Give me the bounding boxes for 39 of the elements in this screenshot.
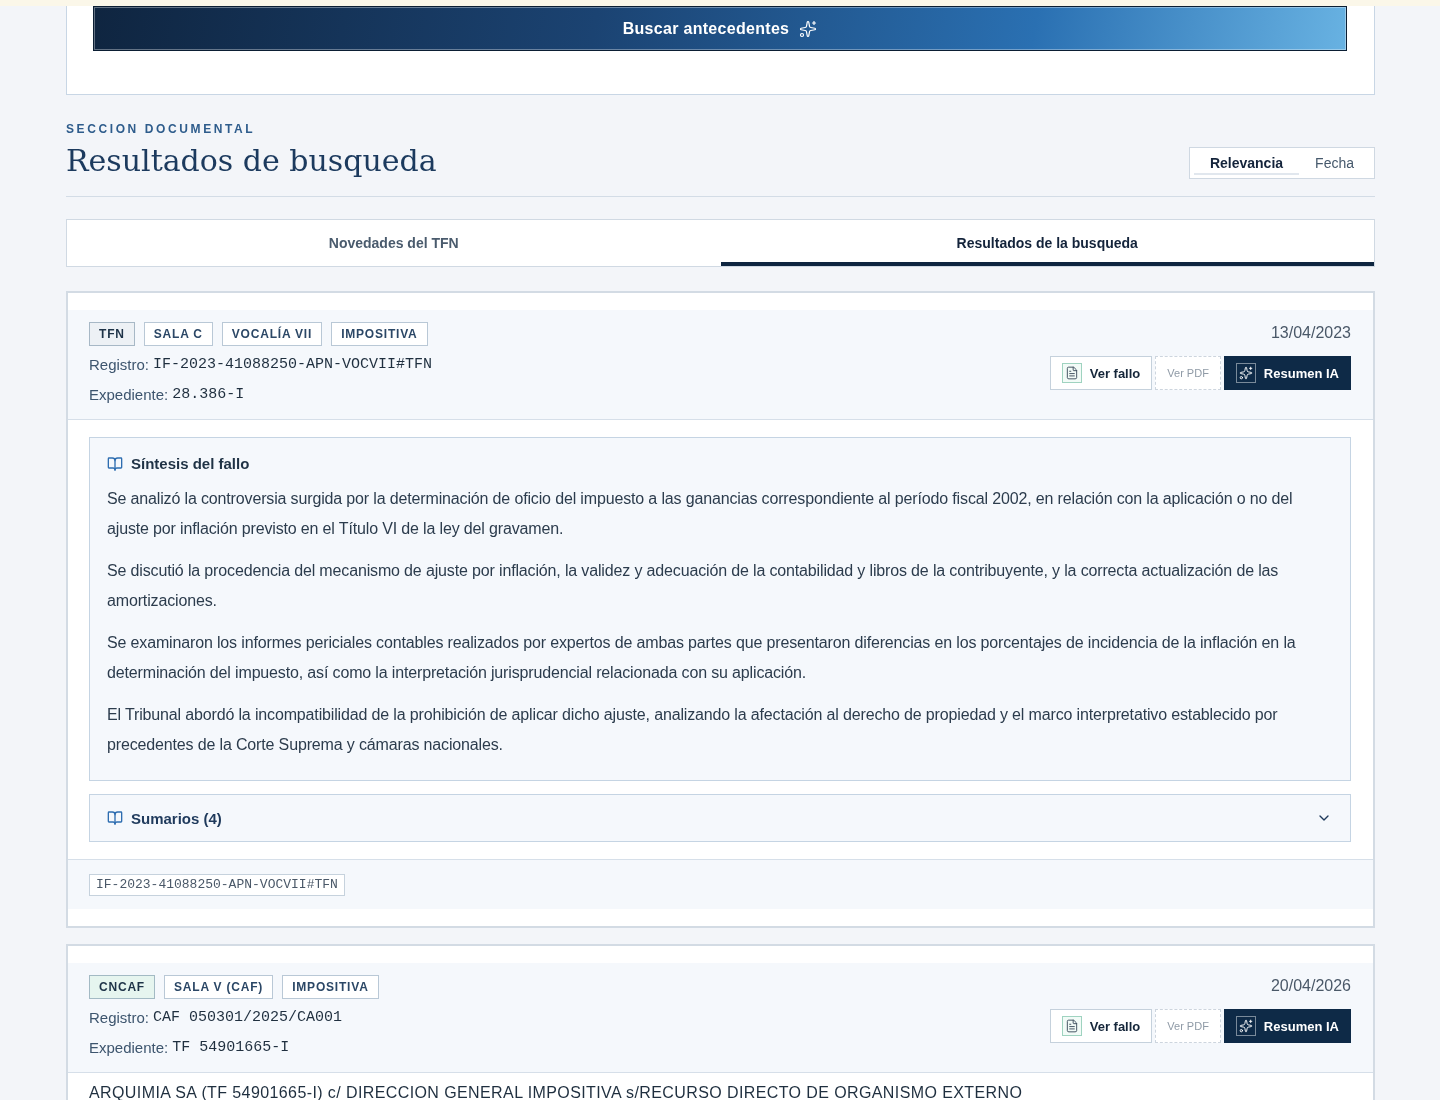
section-title: Resultados de busqueda <box>66 142 437 180</box>
synthesis-paragraph: Se examinaron los informes periciales contables realizados por expertos de ambas partes que presentaron diferencias en los porcentajes de incidencia de la inflación en la determinación del impuesto, así como la interpretación jurisprudencial relacionada con su aplicación. <box>107 633 1297 683</box>
court-tag: CNCAF <box>89 975 155 999</box>
file-label: Expediente: <box>89 1038 169 1058</box>
section-eyebrow: SECCION DOCUMENTAL <box>66 122 257 136</box>
synthesis-paragraph: El Tribunal abordó la incompatibilidad de la prohibición de aplicar dicho ajuste, analizando la afectación al derecho de propiedad y el marco interpretativo establecido por precedentes de la Corte Suprema y cámaras nacionales. <box>107 705 1279 755</box>
book-icon <box>107 455 123 472</box>
view-ruling-button[interactable]: Ver fallo <box>1049 1009 1153 1043</box>
ruling-date: 13/04/2023 <box>1270 323 1351 343</box>
view-ruling-button[interactable]: Ver fallo <box>1049 356 1153 390</box>
sparkle-icon <box>1235 363 1256 383</box>
sparkle-icon <box>799 19 818 38</box>
registry-label: Registro: <box>89 1008 150 1028</box>
summaries-toggle[interactable]: Sumarios (4) <box>89 794 1351 842</box>
document-icon <box>1061 1016 1082 1036</box>
registry-number: CAF 050301/2025/CA001 <box>153 1008 343 1028</box>
summaries-label: Sumarios (4) <box>131 809 222 827</box>
category-tag: IMPOSITIVA <box>331 322 428 346</box>
document-code: IF-2023-41088250-APN-VOCVII#TFN <box>89 874 345 896</box>
registry-number: IF-2023-41088250-APN-VOCVII#TFN <box>153 355 433 375</box>
category-tag: VOCALÍA VII <box>221 322 323 346</box>
ai-summary-button[interactable]: Resumen IA <box>1223 356 1351 390</box>
book-icon <box>107 810 123 826</box>
file-number: 28.386-I <box>172 385 245 405</box>
registry-label: Registro: <box>89 355 150 375</box>
file-number: TF 54901665-I <box>172 1038 290 1058</box>
court-tag: TFN <box>89 322 135 346</box>
synthesis-paragraph: Se discutió la procedencia del mecanismo de ajuste por inflación, la validez y adecuación de la contabilidad y libros de la contribuyente, y la correcta actualización de las amortizaciones. <box>107 561 1280 611</box>
ai-summary-button[interactable]: Resumen IA <box>1223 1009 1351 1043</box>
synthesis-paragraph: Se analizó la controversia surgida por la determinación de oficio del impuesto a las ganancias correspondiente al período fiscal 2002, en relación con la aplicación o no del ajuste por inflación previsto en el Título VI de la ley del gravamen. <box>107 489 1294 539</box>
category-tag: SALA V (CAF) <box>164 975 274 999</box>
synthesis-title: Síntesis del fallo <box>131 455 250 472</box>
file-label: Expediente: <box>89 385 169 405</box>
ruling-date: 20/04/2026 <box>1270 976 1351 996</box>
document-icon <box>1061 363 1082 383</box>
category-tag: IMPOSITIVA <box>282 975 379 999</box>
search-button[interactable]: Buscar antecedentes <box>93 6 1347 51</box>
sparkle-icon <box>1235 1016 1256 1036</box>
category-tag: SALA C <box>143 322 213 346</box>
